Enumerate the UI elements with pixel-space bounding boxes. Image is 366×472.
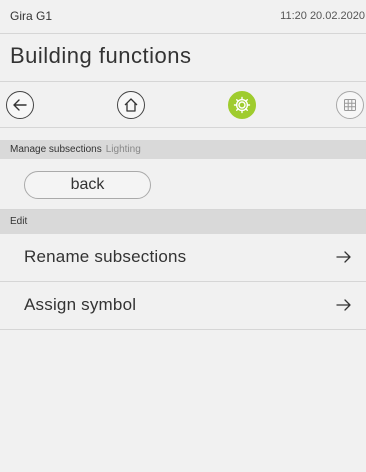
grid-icon bbox=[344, 99, 356, 111]
screen: Gira G1 11:20 20.02.2020 Building functi… bbox=[0, 0, 366, 472]
arrow-right-icon bbox=[336, 251, 351, 263]
status-bar: Gira G1 11:20 20.02.2020 bbox=[0, 0, 366, 34]
section-header-edit: Edit bbox=[0, 210, 366, 234]
nav-back-button[interactable] bbox=[6, 91, 34, 119]
page-title: Building functions bbox=[10, 43, 192, 68]
nav-grid-button[interactable] bbox=[336, 91, 364, 119]
datetime: 11:20 20.02.2020 bbox=[280, 10, 365, 22]
nav-bar bbox=[0, 82, 366, 128]
home-icon bbox=[124, 98, 138, 112]
section-header-sublabel: Lighting bbox=[105, 144, 141, 155]
back-button[interactable]: back bbox=[24, 171, 151, 199]
section-header-label: Edit bbox=[10, 216, 28, 227]
assign-symbol-item[interactable]: Assign symbol bbox=[0, 282, 366, 330]
arrow-right-icon bbox=[336, 299, 351, 311]
device-name: Gira G1 bbox=[10, 9, 53, 23]
arrow-left-icon bbox=[13, 99, 27, 111]
back-row: back bbox=[0, 159, 366, 210]
list-item-label: Assign symbol bbox=[24, 295, 137, 314]
gear-icon bbox=[233, 96, 251, 114]
rename-subsections-item[interactable]: Rename subsections bbox=[0, 234, 366, 282]
list-item-label: Rename subsections bbox=[24, 247, 187, 266]
nav-settings-button[interactable] bbox=[228, 91, 256, 119]
section-header-manage: Manage subsections Lighting bbox=[0, 140, 366, 159]
nav-home-button[interactable] bbox=[117, 91, 145, 119]
section-header-label: Manage subsections bbox=[10, 144, 102, 155]
